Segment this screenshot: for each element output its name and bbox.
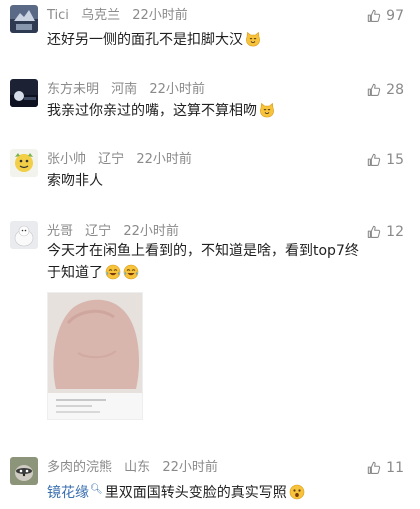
thumbs-up-icon	[367, 225, 381, 238]
location: 河南	[111, 82, 138, 97]
thumbs-up-icon	[367, 9, 381, 22]
comment-body: 索吻非人	[47, 173, 103, 189]
location: 辽宁	[98, 152, 125, 167]
like-button[interactable]: 97	[367, 7, 404, 25]
avatar[interactable]	[10, 221, 38, 249]
like-count: 12	[386, 224, 404, 240]
comment-meta: Tici 乌克兰 22小时前	[47, 7, 188, 25]
comment-item: 张小帅 辽宁 22小时前 15 索吻非人	[0, 149, 420, 197]
comment-text: 镜花缘🔍︎ 里双面国转头变脸的真实写照	[47, 479, 392, 504]
like-count: 15	[386, 152, 404, 168]
username[interactable]: 东方未明	[47, 82, 99, 97]
username[interactable]: 张小帅	[47, 152, 86, 167]
like-count: 28	[386, 82, 404, 98]
comment-body: 还好另一侧的面孔不是扣脚大汉	[47, 32, 243, 48]
comment-text: 今天才在闲鱼上看到的，不知道是啥，看到top7终 于知道了	[47, 240, 392, 284]
like-count: 11	[386, 460, 404, 476]
timestamp: 22小时前	[149, 82, 205, 97]
cat-face-emoji	[259, 102, 275, 118]
comment-text: 我亲过你亲过的嘴，这算不算相吻	[47, 100, 392, 122]
comment-body-line: 今天才在闲鱼上看到的，不知道是啥，看到top7终	[47, 243, 359, 259]
like-button[interactable]: 12	[367, 223, 404, 241]
location: 山东	[124, 460, 151, 475]
tears-of-joy-emoji	[123, 264, 139, 280]
timestamp: 22小时前	[123, 224, 179, 239]
comment-item: 东方未明 河南 22小时前 28 我亲过你亲过的嘴，这算不算相吻	[0, 79, 420, 127]
timestamp: 22小时前	[162, 460, 218, 475]
comment-meta: 多肉的浣熊 山东 22小时前	[47, 459, 218, 477]
comment-item: 多肉的浣熊 山东 22小时前 11 镜花缘🔍︎ 里双面国转头变脸的真实写照	[0, 457, 420, 507]
comment-text: 索吻非人	[47, 170, 392, 192]
comment-list: Tici 乌克兰 22小时前 97 还好另一侧的面孔不是扣脚大汉 东方未明 河南…	[0, 0, 420, 509]
comment-meta: 张小帅 辽宁 22小时前	[47, 151, 192, 169]
comment-item: Tici 乌克兰 22小时前 97 还好另一侧的面孔不是扣脚大汉	[0, 5, 420, 53]
username[interactable]: 光哥	[47, 224, 73, 239]
location: 辽宁	[85, 224, 112, 239]
thumbs-up-icon	[367, 83, 381, 96]
search-link[interactable]: 镜花缘	[47, 485, 89, 501]
avatar[interactable]	[10, 457, 38, 485]
comment-text: 还好另一侧的面孔不是扣脚大汉	[47, 29, 392, 51]
like-button[interactable]: 11	[367, 459, 404, 477]
like-button[interactable]: 15	[367, 151, 404, 169]
cat-face-emoji	[245, 31, 261, 47]
avatar[interactable]	[10, 5, 38, 33]
comment-body-line: 于知道了	[47, 265, 103, 281]
timestamp: 22小时前	[136, 152, 192, 167]
username[interactable]: Tici	[47, 8, 69, 23]
comment-body: 我亲过你亲过的嘴，这算不算相吻	[47, 103, 257, 119]
like-count: 97	[386, 8, 404, 24]
avatar[interactable]	[10, 79, 38, 107]
comment-image[interactable]	[47, 292, 143, 420]
search-icon[interactable]: 🔍︎	[90, 484, 103, 495]
location: 乌克兰	[81, 8, 121, 23]
avatar[interactable]	[10, 149, 38, 177]
surprised-face-emoji	[289, 484, 305, 500]
timestamp: 22小时前	[132, 8, 188, 23]
comment-meta: 东方未明 河南 22小时前	[47, 81, 205, 99]
thumbs-up-icon	[367, 153, 381, 166]
thumbs-up-icon	[367, 461, 381, 474]
tears-of-joy-emoji	[105, 264, 121, 280]
like-button[interactable]: 28	[367, 81, 404, 99]
comment-body: 里双面国转头变脸的真实写照	[104, 485, 287, 501]
comment-meta: 光哥 辽宁 22小时前	[47, 223, 179, 241]
username[interactable]: 多肉的浣熊	[47, 460, 112, 475]
